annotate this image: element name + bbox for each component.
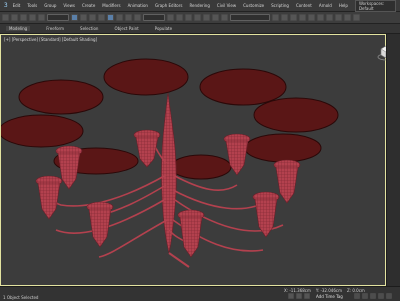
select-move-icon[interactable] xyxy=(107,14,114,21)
snaps-toggle-icon[interactable] xyxy=(194,14,201,21)
menu-group[interactable]: Group xyxy=(44,3,56,8)
selection-filter-dropdown[interactable] xyxy=(47,14,69,21)
select-scale-icon[interactable] xyxy=(125,14,132,21)
playback-controls xyxy=(352,293,392,299)
named-selection-dropdown[interactable] xyxy=(230,14,270,21)
curve-editor-icon[interactable] xyxy=(308,14,315,21)
grid-icon[interactable] xyxy=(304,293,310,299)
go-to-start-icon[interactable] xyxy=(354,293,360,299)
menu-animation[interactable]: Animation xyxy=(128,3,148,8)
redo-icon[interactable] xyxy=(11,14,18,21)
render-production-icon[interactable] xyxy=(353,14,360,21)
menu-modifiers[interactable]: Modifiers xyxy=(102,3,120,8)
select-place-icon[interactable] xyxy=(134,14,141,21)
menu-edit[interactable]: Edit xyxy=(13,3,21,8)
align-icon[interactable] xyxy=(281,14,288,21)
status-toggles xyxy=(286,293,310,299)
tab-object-paint[interactable]: Object Paint xyxy=(114,26,138,31)
select-rotate-icon[interactable] xyxy=(116,14,123,21)
workspace-dropdown[interactable]: Workspaces: Default xyxy=(354,0,396,12)
add-time-tag[interactable]: Add Time Tag xyxy=(316,294,343,299)
menu-create[interactable]: Create xyxy=(82,3,95,8)
command-panel-strip xyxy=(386,34,400,286)
play-icon[interactable] xyxy=(370,293,376,299)
mirror-icon[interactable] xyxy=(272,14,279,21)
go-to-end-icon[interactable] xyxy=(386,293,392,299)
unlink-icon[interactable] xyxy=(29,14,36,21)
menu-content[interactable]: Content xyxy=(296,3,312,8)
tab-modeling[interactable]: Modeling xyxy=(6,26,31,31)
spinner-snap-icon[interactable] xyxy=(221,14,228,21)
percent-snap-icon[interactable] xyxy=(212,14,219,21)
pivot-center-icon[interactable] xyxy=(167,14,174,21)
reference-coordinate-dropdown[interactable] xyxy=(143,14,165,21)
menu-scripting[interactable]: Scripting xyxy=(271,3,289,8)
coord-y[interactable]: Y: -32.046cm xyxy=(316,288,342,293)
status-bar: 1 Object Selected X: -11.368cm Y: -32.04… xyxy=(0,286,400,301)
select-object-icon[interactable] xyxy=(71,14,78,21)
link-icon[interactable] xyxy=(20,14,27,21)
perspective-viewport[interactable]: [+] [Perspective] [Standard] [Default Sh… xyxy=(0,34,386,286)
schematic-view-icon[interactable] xyxy=(317,14,324,21)
menu-customize[interactable]: Customize xyxy=(243,3,264,8)
main-toolbar xyxy=(0,12,400,24)
menu-bar: 3 Edit Tools Group Views Create Modifier… xyxy=(0,0,400,12)
absolute-mode-icon[interactable] xyxy=(296,293,302,299)
keyboard-shortcut-icon[interactable] xyxy=(185,14,192,21)
render-setup-icon[interactable] xyxy=(335,14,342,21)
layer-explorer-icon[interactable] xyxy=(290,14,297,21)
select-by-name-icon[interactable] xyxy=(80,14,87,21)
menu-views[interactable]: Views xyxy=(63,3,75,8)
tab-selection[interactable]: Selection xyxy=(80,26,98,31)
tab-populate[interactable]: Populate xyxy=(155,26,172,31)
material-editor-icon[interactable] xyxy=(326,14,333,21)
previous-frame-icon[interactable] xyxy=(362,293,368,299)
ribbon-tabs: Modeling Freeform Selection Object Paint… xyxy=(0,24,400,34)
menu-graph-editors[interactable]: Graph Editors xyxy=(155,3,182,8)
rectangular-selection-icon[interactable] xyxy=(89,14,96,21)
select-manipulate-icon[interactable] xyxy=(176,14,183,21)
angle-snap-icon[interactable] xyxy=(203,14,210,21)
selection-status: 1 Object Selected xyxy=(3,295,39,300)
lock-selection-icon[interactable] xyxy=(288,293,294,299)
tab-freeform[interactable]: Freeform xyxy=(46,26,64,31)
menu-arnold[interactable]: Arnold xyxy=(319,3,332,8)
next-frame-icon[interactable] xyxy=(378,293,384,299)
menu-tools[interactable]: Tools xyxy=(27,3,37,8)
chandelier-model[interactable] xyxy=(1,35,385,285)
app-logo-icon[interactable]: 3 xyxy=(2,1,10,10)
scene-explorer-icon[interactable] xyxy=(299,14,306,21)
menu-help[interactable]: Help xyxy=(339,3,348,8)
menu-rendering[interactable]: Rendering xyxy=(189,3,209,8)
window-crossing-icon[interactable] xyxy=(98,14,105,21)
menu-civil-view[interactable]: Civil View xyxy=(217,3,236,8)
bind-space-warp-icon[interactable] xyxy=(38,14,45,21)
undo-icon[interactable] xyxy=(2,14,9,21)
rendered-frame-icon[interactable] xyxy=(344,14,351,21)
